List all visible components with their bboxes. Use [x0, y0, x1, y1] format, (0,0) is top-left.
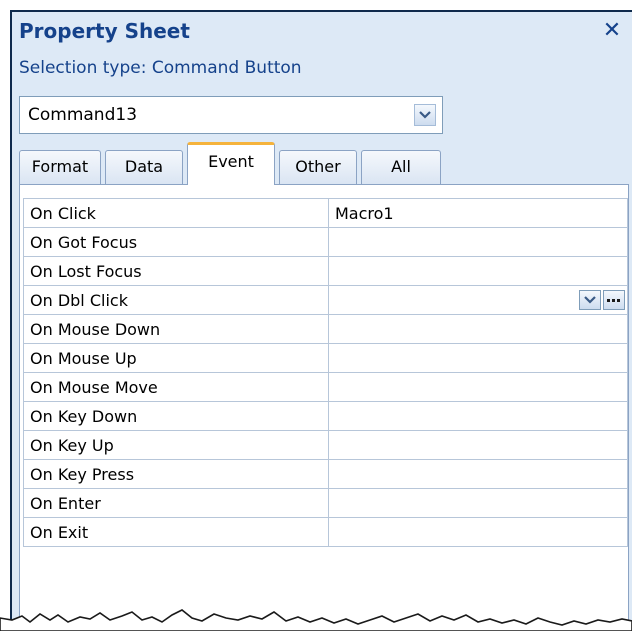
property-value[interactable]: [328, 256, 628, 286]
property-value[interactable]: [328, 401, 628, 431]
panel-top-border: [10, 10, 632, 12]
left-margin: [0, 0, 10, 631]
tab-all[interactable]: All: [361, 150, 441, 184]
property-name[interactable]: On Mouse Up: [23, 343, 329, 373]
table-row: On Click Macro1: [23, 198, 628, 228]
property-name[interactable]: On Mouse Down: [23, 314, 329, 344]
property-name[interactable]: On Exit: [23, 517, 329, 547]
tab-event[interactable]: Event: [187, 142, 275, 185]
property-value-active[interactable]: [328, 285, 628, 315]
panel-left-border: [10, 10, 12, 631]
table-row: On Enter: [23, 488, 628, 518]
table-row: On Got Focus: [23, 227, 628, 257]
tab-content: On Click Macro1 On Got Focus On Lost Foc…: [19, 184, 629, 631]
object-selector-value: Command13: [28, 105, 138, 125]
object-selector-combo[interactable]: Command13: [19, 96, 443, 134]
property-name[interactable]: On Mouse Move: [23, 372, 329, 402]
property-value[interactable]: [328, 372, 628, 402]
property-value[interactable]: [328, 343, 628, 373]
selection-type-label: Selection type: Command Button: [19, 58, 302, 78]
property-name[interactable]: On Enter: [23, 488, 329, 518]
tab-other[interactable]: Other: [279, 150, 357, 184]
chevron-down-icon[interactable]: [579, 290, 601, 310]
table-row: On Key Up: [23, 430, 628, 460]
table-row: On Lost Focus: [23, 256, 628, 286]
tab-format[interactable]: Format: [19, 150, 101, 184]
property-value[interactable]: [328, 227, 628, 257]
table-row: On Dbl Click: [23, 285, 628, 315]
property-name[interactable]: On Key Down: [23, 401, 329, 431]
property-value[interactable]: [328, 488, 628, 518]
property-name[interactable]: On Got Focus: [23, 227, 329, 257]
property-value[interactable]: [328, 459, 628, 489]
table-row: On Key Down: [23, 401, 628, 431]
value-buttons: [579, 290, 625, 310]
close-icon[interactable]: ✕: [601, 18, 623, 44]
ellipsis-icon[interactable]: [603, 290, 625, 310]
property-value[interactable]: [328, 517, 628, 547]
property-name[interactable]: On Key Up: [23, 430, 329, 460]
property-name[interactable]: On Lost Focus: [23, 256, 329, 286]
table-row: On Mouse Up: [23, 343, 628, 373]
property-name[interactable]: On Click: [23, 198, 329, 228]
property-value[interactable]: Macro1: [328, 198, 628, 228]
property-name[interactable]: On Key Press: [23, 459, 329, 489]
property-name[interactable]: On Dbl Click: [23, 285, 329, 315]
table-row: On Exit: [23, 517, 628, 547]
tab-data[interactable]: Data: [105, 150, 183, 184]
panel-title: Property Sheet: [19, 19, 190, 43]
table-row: On Mouse Move: [23, 372, 628, 402]
table-row: On Mouse Down: [23, 314, 628, 344]
property-value[interactable]: [328, 430, 628, 460]
torn-edge: [0, 609, 632, 631]
chevron-down-icon[interactable]: [414, 104, 436, 126]
property-tabs: Format Data Event Other All: [19, 142, 629, 186]
property-value[interactable]: [328, 314, 628, 344]
table-row: On Key Press: [23, 459, 628, 489]
property-grid: On Click Macro1 On Got Focus On Lost Foc…: [23, 198, 628, 547]
